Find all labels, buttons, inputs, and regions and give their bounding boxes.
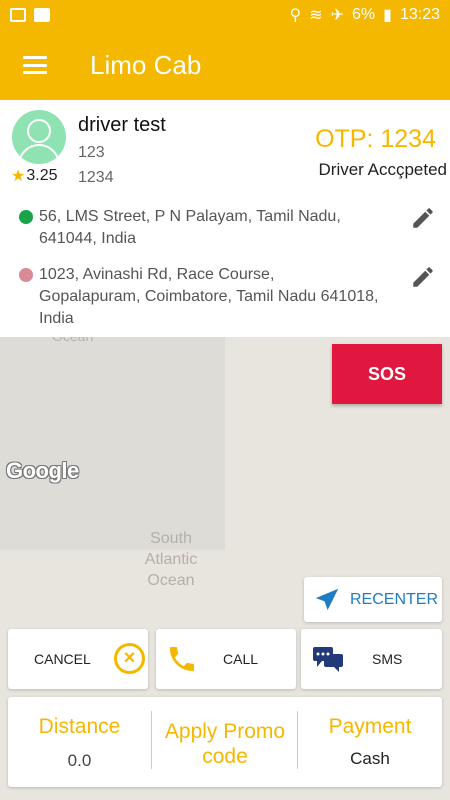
pickup-address: 56, LMS Street, P N Palayam, Tamil Nadu,… xyxy=(19,206,379,250)
sos-button[interactable]: SOS xyxy=(332,344,442,404)
pickup-dot-icon xyxy=(19,210,33,224)
map-land-region xyxy=(0,337,225,550)
sms-label: SMS xyxy=(372,651,403,667)
call-button[interactable]: CALL xyxy=(156,629,296,689)
star-icon: ★ xyxy=(11,168,26,185)
distance-section: Distance 0.0 xyxy=(8,697,151,787)
cancel-circle-icon: × xyxy=(114,643,145,674)
driver-name: driver test xyxy=(78,114,166,136)
recenter-button[interactable]: RECENTER xyxy=(304,577,442,622)
phone-icon xyxy=(170,647,194,671)
payment-label: Payment xyxy=(328,715,412,738)
wifi-icon: ≋ xyxy=(309,7,323,24)
drop-dot-icon xyxy=(19,268,33,282)
fare-panel: Distance 0.0 Apply Promo code Payment Ca… xyxy=(8,697,442,787)
battery-icon: ▮ xyxy=(383,7,392,24)
driver-detail-2: 1234 xyxy=(78,169,114,186)
drop-address: 1023, Avinashi Rd, Race Course, Gopalapu… xyxy=(19,264,379,330)
cancel-label: CANCEL xyxy=(34,651,91,667)
status-bar: ⚲ ≋ ✈ 6% ▮ 13:23 xyxy=(0,0,450,30)
driver-rating: ★ 3.25 xyxy=(11,166,57,186)
clock: 13:23 xyxy=(399,6,440,23)
cancel-button[interactable]: CANCEL × xyxy=(8,629,148,689)
edit-pickup-icon[interactable] xyxy=(410,205,436,231)
promo-section[interactable]: Apply Promo code xyxy=(152,697,298,787)
apply-promo-link[interactable]: Apply Promo code xyxy=(152,719,298,769)
location-icon: ⚲ xyxy=(289,7,302,24)
sms-button[interactable]: SMS xyxy=(301,629,442,689)
recenter-label: RECENTER xyxy=(350,590,439,608)
edit-drop-icon[interactable] xyxy=(410,264,436,290)
battery-level: 6% xyxy=(352,6,376,23)
airplane-icon: ✈ xyxy=(330,7,345,24)
google-logo: Google xyxy=(6,458,79,483)
distance-label: Distance xyxy=(38,715,121,738)
app-notification-icon xyxy=(34,8,50,22)
menu-icon[interactable] xyxy=(23,56,47,74)
drop-address-text: 1023, Avinashi Rd, Race Course, Gopalapu… xyxy=(39,266,379,327)
chat-bubbles-icon xyxy=(313,647,343,672)
distance-value: 0.0 xyxy=(67,751,92,770)
otp-code: OTP: 1234 xyxy=(315,125,436,153)
map-label-ocean: South Atlantic Ocean xyxy=(144,530,198,589)
rating-value: 3.25 xyxy=(26,167,58,184)
navigation-arrow-icon xyxy=(315,588,339,610)
payment-section[interactable]: Payment Cash xyxy=(298,697,442,787)
driver-avatar xyxy=(12,110,66,164)
payment-method[interactable]: Cash xyxy=(298,749,442,769)
pickup-address-text: 56, LMS Street, P N Palayam, Tamil Nadu,… xyxy=(39,208,341,247)
app-bar: Limo Cab xyxy=(0,30,450,100)
app-title: Limo Cab xyxy=(90,49,202,80)
driver-card: ★ 3.25 driver test 123 1234 OTP: 1234 Dr… xyxy=(0,100,450,337)
call-label: CALL xyxy=(223,651,259,667)
gallery-notification-icon xyxy=(10,8,26,22)
driver-detail-1: 123 xyxy=(78,144,105,161)
driver-status: Driver Accçpeted xyxy=(318,160,448,179)
